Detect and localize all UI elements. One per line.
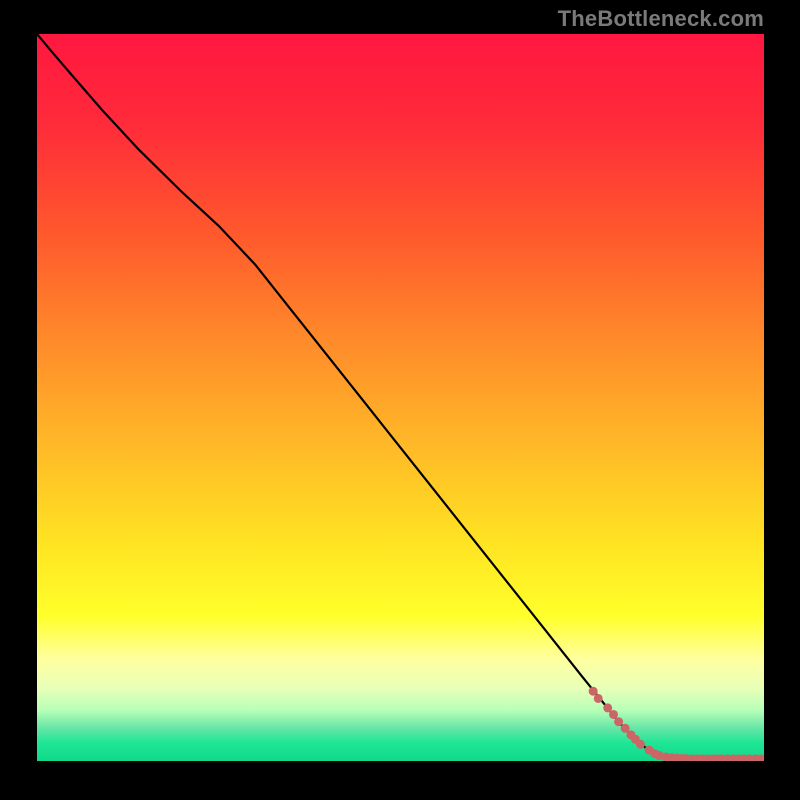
plot-background: [37, 34, 764, 761]
data-point: [614, 717, 623, 726]
watermark-text: TheBottleneck.com: [558, 6, 764, 32]
data-point: [594, 694, 603, 703]
chart-plot: [37, 34, 764, 761]
chart-frame: TheBottleneck.com: [0, 0, 800, 800]
data-point: [589, 687, 598, 696]
data-point: [636, 740, 645, 749]
data-point: [609, 710, 618, 719]
